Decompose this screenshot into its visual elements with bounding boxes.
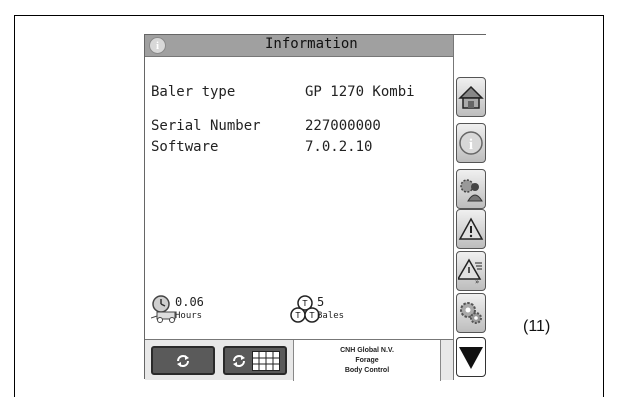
display-screen: i Information Baler type GP 1270 Kombi Se… [144,34,487,381]
company-info: CNH Global N.V. Forage Body Control [293,340,441,381]
warning-list-button[interactable]: » [456,251,486,291]
baler-type-value: GP 1270 Kombi [305,84,415,100]
serial-number-row: Serial Number 227000000 [151,118,381,134]
svg-text:T: T [295,311,301,320]
page-title: Information [265,36,358,52]
serial-number-value: 227000000 [305,118,381,134]
svg-text:i: i [469,137,473,153]
figure-caption: (11) [523,318,551,335]
arrow-down-icon [459,347,483,369]
svg-text:»: » [475,278,479,285]
info-icon: i [459,131,483,155]
reset-button[interactable] [151,346,215,375]
warning-list-icon: » [458,258,482,285]
scroll-down-button[interactable] [456,337,486,377]
company-product: Body Control [344,367,390,374]
svg-text:T: T [309,311,315,320]
settings-button[interactable] [456,293,486,333]
svg-text:T: T [302,299,308,308]
bales-icon: T T T [290,295,320,323]
company-division: Forage [355,357,379,364]
software-row: Software 7.0.2.10 [151,139,372,155]
refresh-icon [233,354,245,367]
software-label: Software [151,139,219,155]
operator-settings-icon [460,179,483,202]
info-panel: Baler type GP 1270 Kombi Serial Number 227… [145,57,453,337]
grid-icon [252,350,280,371]
reset-all-button[interactable] [223,346,287,375]
bottom-toolbar: CNH Global N.V. Forage Body Control [145,339,453,381]
right-sidebar: i » [453,35,487,380]
software-value: 7.0.2.10 [305,139,373,155]
baler-type-row: Baler type GP 1270 Kombi [151,84,415,100]
baler-type-label: Baler type [151,84,236,100]
home-button[interactable] [456,77,486,117]
title-bar: i Information [145,35,453,57]
serial-number-label: Serial Number [151,118,261,134]
operator-settings-button[interactable] [456,169,486,209]
bales-value: 5 [317,295,325,309]
settings-gears-icon [460,302,482,324]
company-name: CNH Global N.V. [340,347,394,354]
refresh-icon [177,354,189,367]
info-button[interactable]: i [456,123,486,163]
hours-label: Hours [175,311,203,321]
info-small-icon: i [149,37,166,54]
warning-button[interactable] [456,209,486,249]
hours-value: 0.06 [175,295,204,309]
bales-label: Bales [317,311,345,321]
warning-icon [458,217,484,240]
home-icon [458,85,484,109]
